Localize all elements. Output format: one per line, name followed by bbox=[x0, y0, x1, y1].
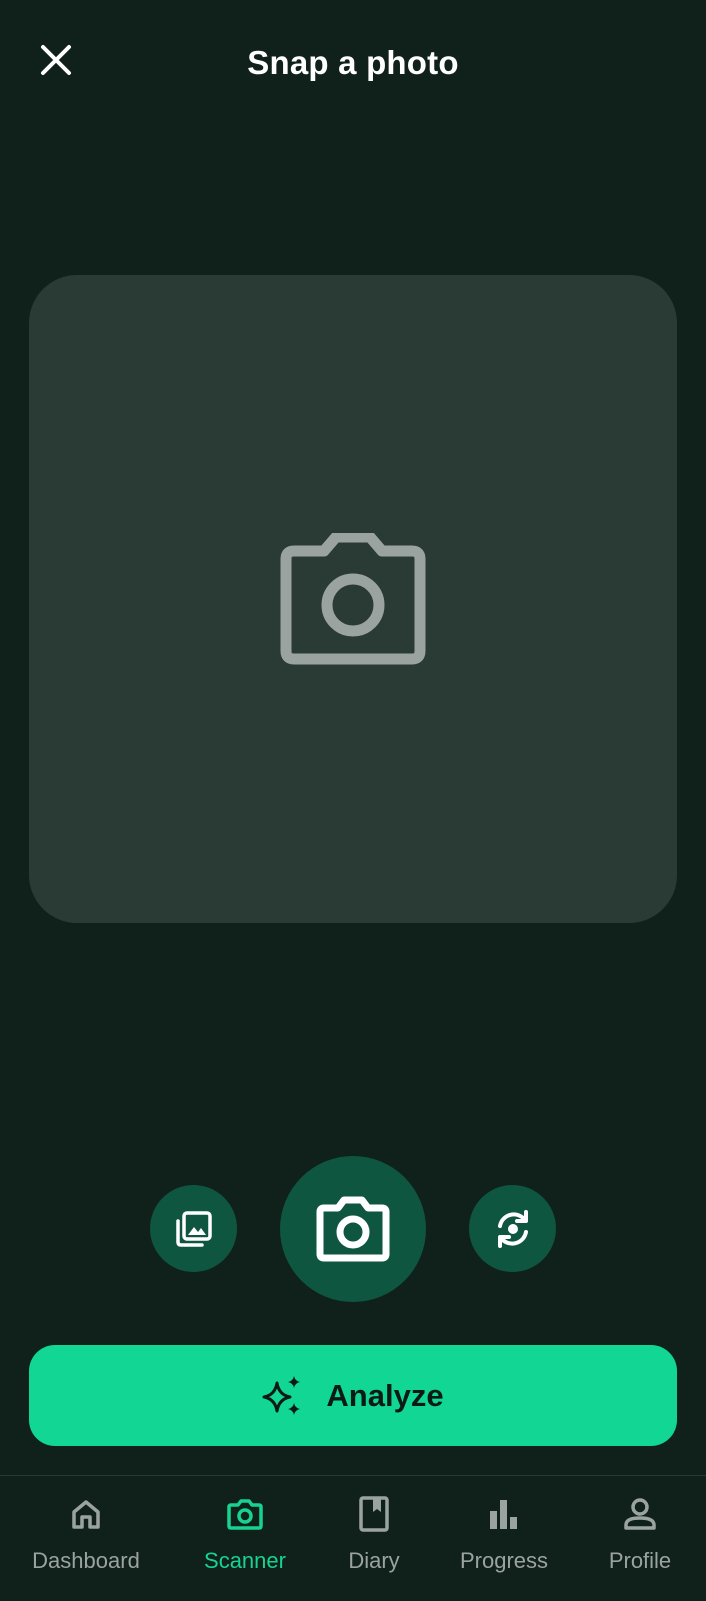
nav-label-scanner: Scanner bbox=[204, 1548, 286, 1573]
flip-camera-icon bbox=[497, 1209, 528, 1248]
book-icon bbox=[359, 1496, 389, 1532]
home-icon bbox=[72, 1500, 100, 1529]
nav-item-progress[interactable]: Progress bbox=[458, 1494, 550, 1574]
page-title: Snap a photo bbox=[247, 44, 459, 81]
header: Snap a photo bbox=[0, 0, 706, 130]
camera-controls bbox=[0, 1156, 706, 1302]
capture-button[interactable] bbox=[280, 1156, 426, 1302]
bottom-navigation: Dashboard Scanner Diary Progress Profile bbox=[0, 1475, 706, 1601]
nav-label-profile: Profile bbox=[608, 1548, 672, 1573]
flip-camera-button[interactable] bbox=[469, 1185, 556, 1272]
nav-label-dashboard: Dashboard bbox=[32, 1548, 140, 1573]
camera-icon bbox=[280, 533, 426, 665]
analyze-label: Analyze bbox=[326, 1377, 444, 1413]
nav-item-scanner[interactable]: Scanner bbox=[198, 1494, 292, 1574]
analyze-button[interactable]: Analyze bbox=[29, 1345, 677, 1446]
camera-icon bbox=[316, 1196, 390, 1262]
person-icon bbox=[624, 1498, 656, 1530]
photo-preview[interactable] bbox=[29, 275, 677, 923]
gallery-button[interactable] bbox=[150, 1185, 237, 1272]
sparkles-icon bbox=[262, 1375, 301, 1415]
bar-chart-icon bbox=[490, 1500, 517, 1529]
nav-item-dashboard[interactable]: Dashboard bbox=[30, 1494, 142, 1574]
nav-label-diary: Diary bbox=[348, 1548, 400, 1573]
gallery-icon bbox=[175, 1210, 212, 1247]
nav-item-profile[interactable]: Profile bbox=[604, 1494, 676, 1574]
nav-label-progress: Progress bbox=[459, 1548, 549, 1573]
nav-item-diary[interactable]: Diary bbox=[346, 1494, 402, 1574]
camera-icon bbox=[227, 1499, 263, 1530]
